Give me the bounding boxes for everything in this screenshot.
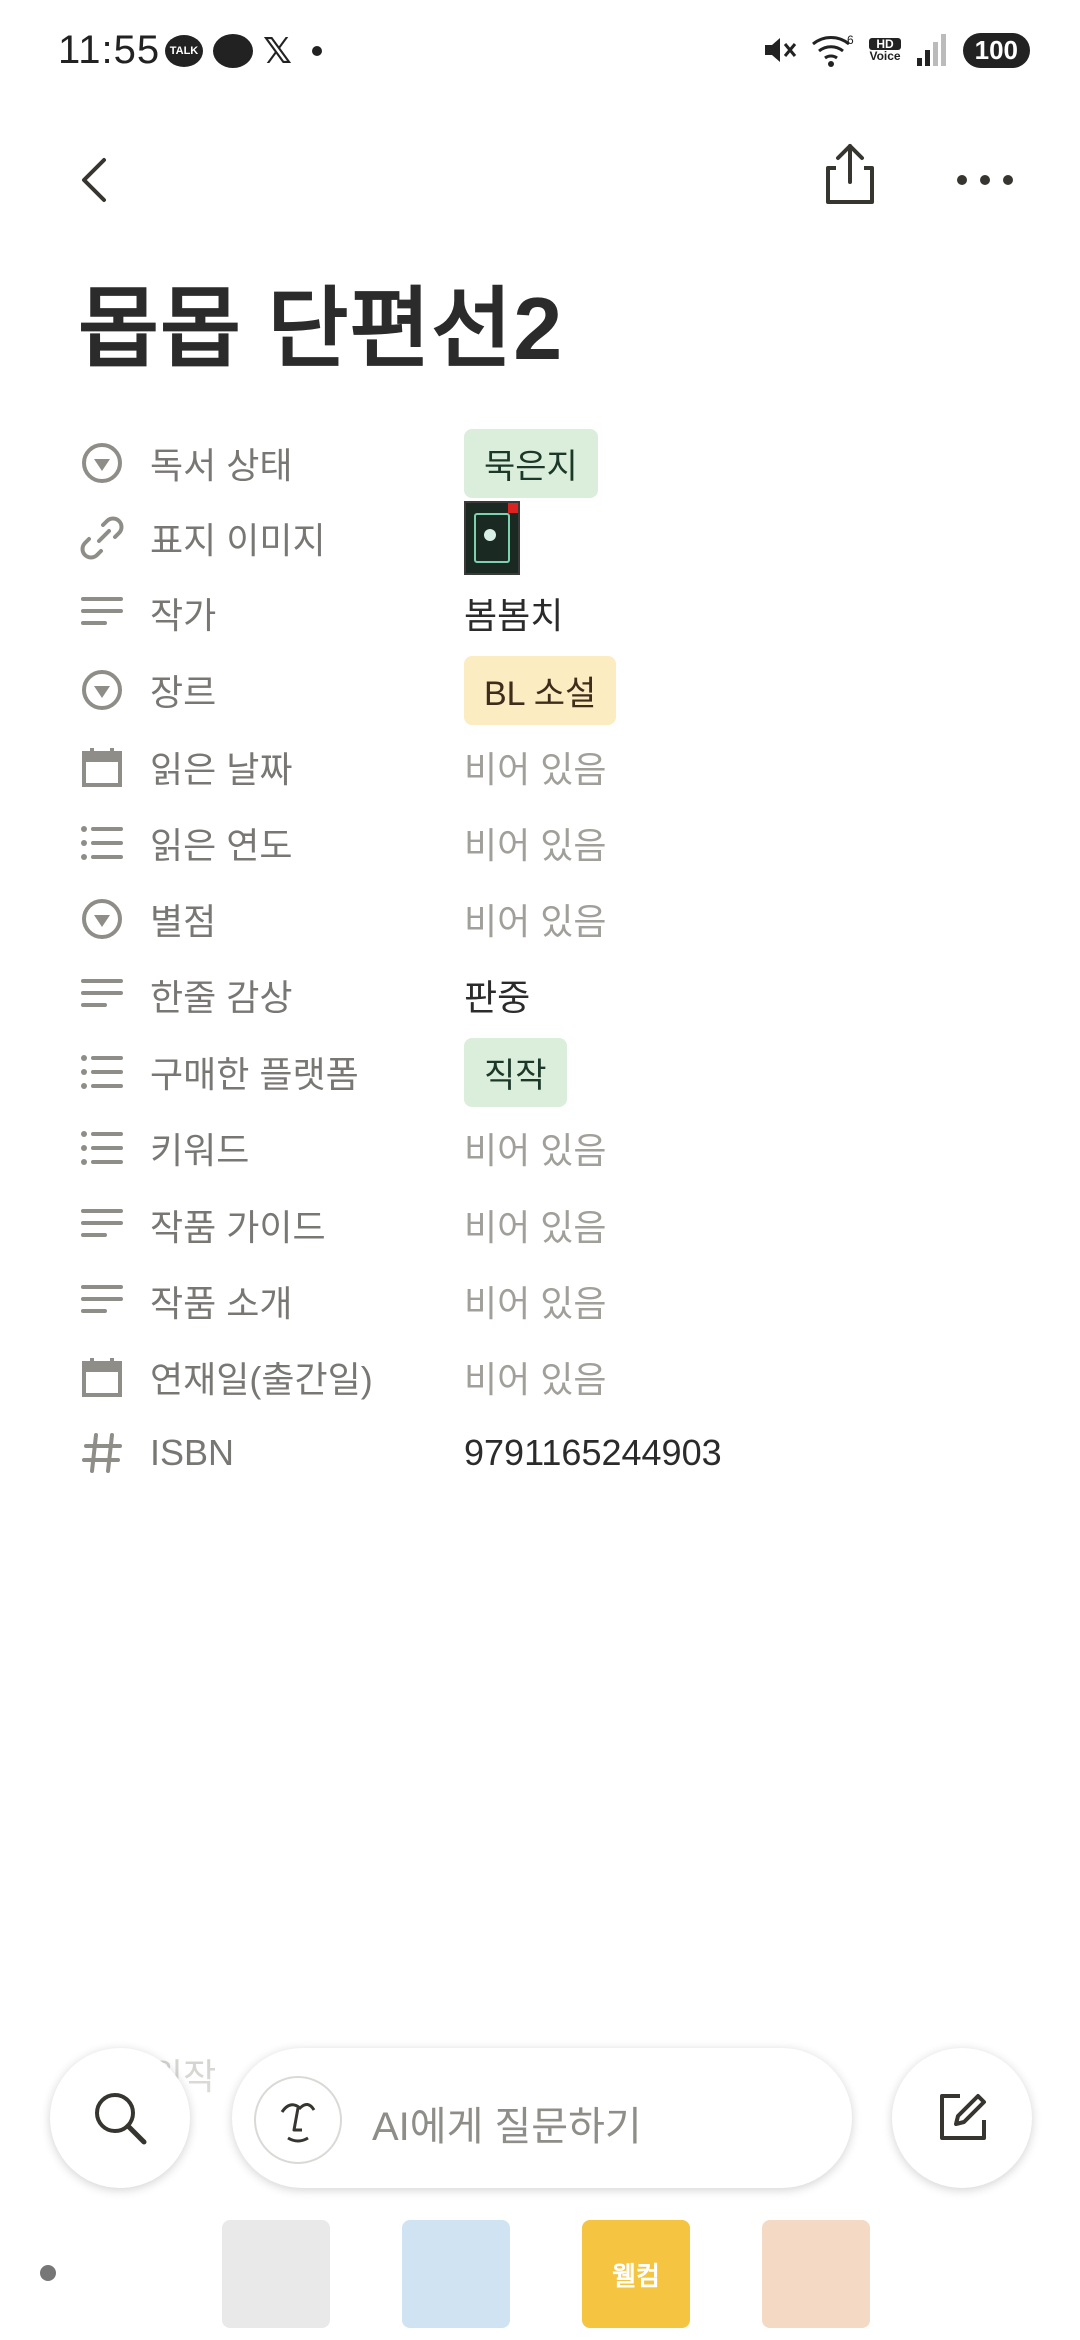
system-icons: 6 HD Voice 100 xyxy=(761,32,1030,68)
kakaotalk-icon: TALK xyxy=(165,35,203,67)
back-arrow-icon xyxy=(82,158,106,202)
text-icon xyxy=(78,1201,126,1249)
property-value[interactable]: 비어 있음 xyxy=(464,1122,606,1174)
back-button[interactable] xyxy=(68,150,128,210)
page-title: 몹몹 단편선2 xyxy=(78,279,564,378)
more-notifications-icon xyxy=(312,46,323,56)
x-app-icon: 𝕏 xyxy=(263,30,293,71)
property-value[interactable]: 판중 xyxy=(464,969,530,1021)
property-name: 키워드 xyxy=(150,1130,250,1171)
sticker-item[interactable]: 웰컴 xyxy=(582,2220,690,2328)
search-icon xyxy=(95,2093,147,2145)
text-icon xyxy=(78,589,126,637)
property-name: ISBN xyxy=(150,1432,235,1473)
property-row[interactable]: ISBN 9791165244903 xyxy=(0,1396,1080,1510)
list-icon xyxy=(78,819,126,867)
property-name: 작가 xyxy=(150,595,217,636)
mute-icon xyxy=(765,38,797,62)
notification-icons: TALK 𝕏 xyxy=(165,30,323,71)
property-name: 장르 xyxy=(150,672,217,713)
share-icon xyxy=(826,144,874,204)
ai-face-icon xyxy=(254,2076,342,2164)
list-icon xyxy=(78,1048,126,1096)
strip-indicator-dot xyxy=(40,2265,56,2281)
signal-icon xyxy=(916,34,946,66)
list-icon xyxy=(78,1124,126,1172)
select-icon xyxy=(78,439,126,487)
share-button[interactable] xyxy=(820,140,880,210)
sticker-item[interactable] xyxy=(402,2220,510,2328)
status-time: 11:55 xyxy=(58,28,161,72)
more-options-button[interactable] xyxy=(950,160,1020,200)
text-icon xyxy=(78,971,126,1019)
ai-ask-input[interactable]: AI에게 질문하기 xyxy=(232,2048,852,2188)
property-value[interactable]: 봄봄치 xyxy=(464,587,563,639)
property-name: 한줄 감상 xyxy=(150,977,293,1018)
calendar-icon xyxy=(78,1353,126,1401)
wifi-badge: 6 xyxy=(847,33,854,47)
search-button[interactable] xyxy=(50,2048,190,2188)
more-horizontal-icon xyxy=(957,175,1013,185)
select-icon xyxy=(78,666,126,714)
hash-icon xyxy=(78,1429,126,1477)
wifi-icon: 6 xyxy=(812,33,854,67)
ai-ask-placeholder: AI에게 질문하기 xyxy=(372,2105,642,2149)
sticker-item[interactable] xyxy=(762,2220,870,2328)
select-icon xyxy=(78,895,126,943)
sticker-item[interactable] xyxy=(222,2220,330,2328)
new-page-button[interactable] xyxy=(892,2048,1032,2188)
chat-bubble-icon xyxy=(213,34,253,68)
property-value[interactable]: 9791165244903 xyxy=(464,1432,722,1474)
link-icon xyxy=(78,514,126,562)
compose-icon xyxy=(940,2094,986,2140)
calendar-icon xyxy=(78,743,126,791)
hd-voice-icon: HD Voice xyxy=(869,37,901,63)
status-bar: 11:55 TALK 𝕏 6 HD Voice 100 xyxy=(0,0,1080,110)
keyboard-sticker-strip xyxy=(0,2200,1080,2340)
battery-indicator: 100 xyxy=(962,32,1030,68)
text-icon xyxy=(78,1277,126,1325)
